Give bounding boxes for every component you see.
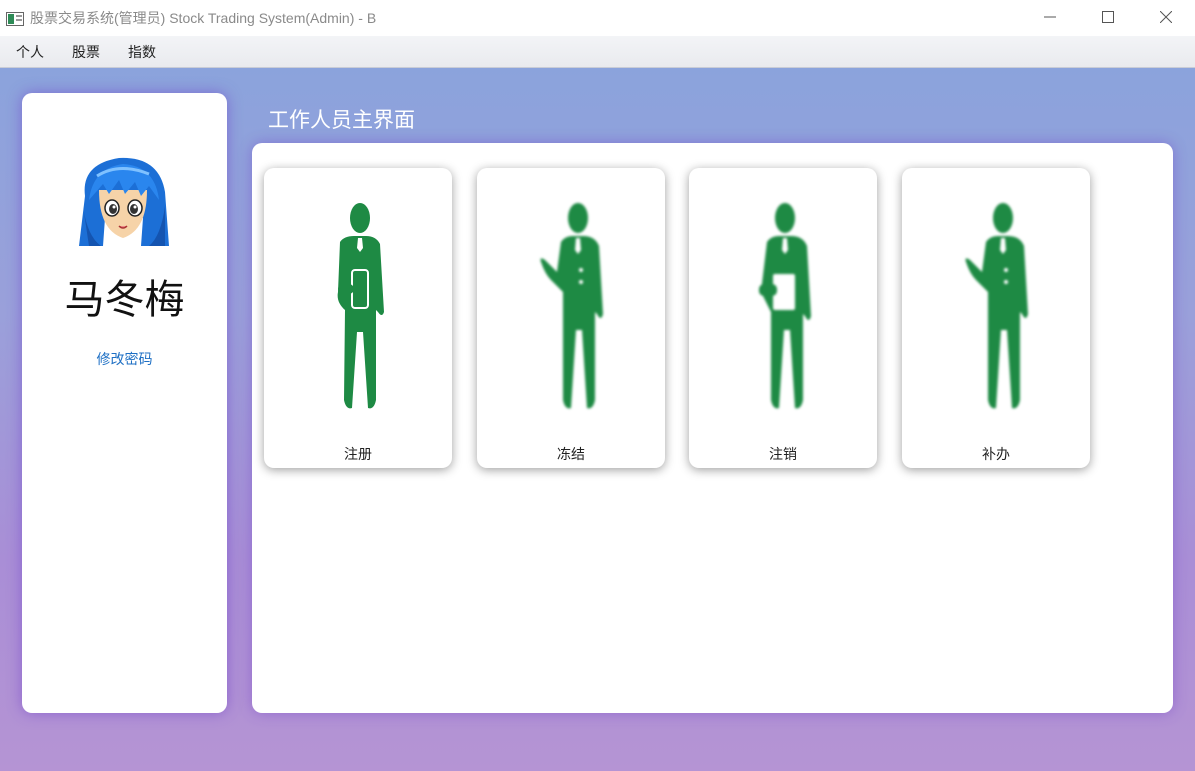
register-tile[interactable]: 注册 <box>264 168 452 468</box>
user-name: 马冬梅 <box>64 277 185 323</box>
staff-with-clipboard-icon <box>733 200 833 412</box>
title-bar: 股票交易系统(管理员) Stock Trading System(Admin) … <box>0 0 1195 36</box>
app-icon <box>6 11 24 26</box>
content-area: 马冬梅 修改密码 工作人员主界面 注册 冻结 注销 补办 <box>0 68 1195 771</box>
tile-label: 注销 <box>769 447 797 463</box>
freeze-tile[interactable]: 冻结 <box>477 168 665 468</box>
minimize-button[interactable] <box>1021 0 1079 34</box>
cancel-tile[interactable]: 注销 <box>689 168 877 468</box>
menu-index[interactable]: 指数 <box>117 42 167 62</box>
staff-waving-icon <box>521 200 621 412</box>
anime-avatar-icon <box>79 156 169 246</box>
tile-label: 补办 <box>982 447 1010 463</box>
maximize-button[interactable] <box>1079 0 1137 34</box>
reissue-tile[interactable]: 补办 <box>902 168 1090 468</box>
page-title: 工作人员主界面 <box>268 108 415 132</box>
maximize-icon <box>1102 11 1114 23</box>
close-button[interactable] <box>1137 0 1195 34</box>
close-icon <box>1160 11 1172 23</box>
menu-personal[interactable]: 个人 <box>5 42 55 62</box>
profile-card: 马冬梅 修改密码 <box>22 93 227 713</box>
staff-with-phone-icon <box>308 200 408 412</box>
menu-bar: 个人 股票 指数 <box>0 36 1195 68</box>
staff-waving-icon <box>946 200 1046 412</box>
tile-label: 注册 <box>344 447 372 463</box>
main-panel: 注册 冻结 注销 补办 <box>252 143 1173 713</box>
tile-label: 冻结 <box>557 447 585 463</box>
minimize-icon <box>1044 16 1056 18</box>
menu-stocks[interactable]: 股票 <box>61 42 111 62</box>
window-title: 股票交易系统(管理员) Stock Trading System(Admin) … <box>30 10 377 26</box>
change-password-link[interactable]: 修改密码 <box>22 349 227 369</box>
